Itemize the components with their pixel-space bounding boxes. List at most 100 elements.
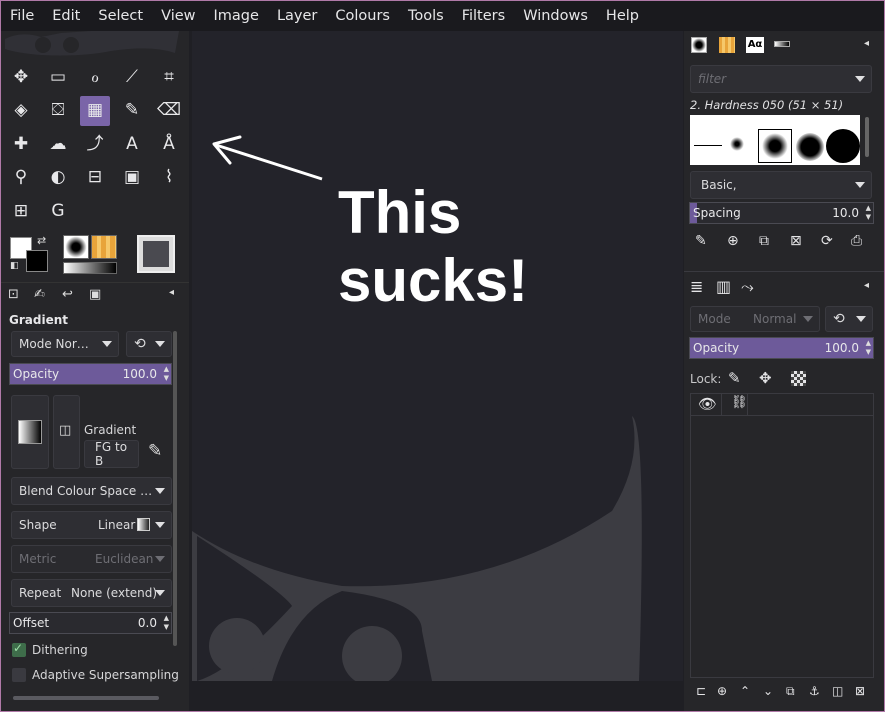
layers-panel-menu-icon[interactable]: ◂ [864,280,869,291]
menu-tools[interactable]: Tools [408,8,444,24]
brushes-panel-menu-icon[interactable]: ◂ [864,38,869,49]
fonts-tab-icon[interactable]: Aα [746,37,764,53]
levels-icon[interactable]: ⊟ [80,163,110,193]
offset-spinner-icon[interactable]: ▲ ▼ [164,614,169,632]
dithering-checkbox[interactable]: ✓ [12,641,26,657]
anchor-layer-icon[interactable]: ⚓ [809,684,820,698]
mode-reset-dropdown[interactable]: ⟲ [126,331,172,357]
brush-preset-dropdown[interactable]: Basic, [690,171,872,199]
bucket-fill-icon[interactable]: ⛋ [43,96,73,126]
fuzzy-select-icon[interactable]: ⟋ [117,62,147,92]
gegl-icon[interactable]: G [43,196,73,226]
background-color[interactable] [26,250,48,272]
lock-position-icon[interactable]: ✥ [759,369,772,387]
menu-view[interactable]: View [161,8,195,24]
transform-icon[interactable]: ◈ [6,96,36,126]
lasso-icon[interactable]: ℴ [80,62,110,92]
new-layer-group-icon[interactable]: ⊏ [696,684,706,698]
images-tab-icon[interactable]: ▣ [89,287,101,302]
layer-mode-reset-dropdown[interactable]: ⟲ [825,306,873,332]
move-tool-icon[interactable]: ✥ [6,62,36,92]
offset-icon[interactable]: ⊞ [6,196,36,226]
paintbrush-icon[interactable]: ✎ [117,96,147,126]
duplicate-brush-icon[interactable]: ⧉ [759,233,769,249]
delete-layer-icon[interactable]: ⊠ [855,684,865,698]
paths-tab-icon[interactable]: ⤳ [741,277,754,297]
horizontal-scrollbar[interactable] [13,696,159,700]
layers-list[interactable]: 👁 ⛓ [690,393,874,678]
menu-edit[interactable]: Edit [52,8,80,24]
tool-options-scrollbar[interactable] [173,331,177,646]
new-layer-icon[interactable]: ⊕ [717,684,727,698]
menu-select[interactable]: Select [98,8,143,24]
panel-menu-icon[interactable]: ◂ [169,287,174,298]
rect-select-icon[interactable]: ▭ [43,62,73,92]
blend-colour-space-dropdown[interactable]: Blend Colour Space … [11,477,172,505]
visibility-header-icon[interactable]: 👁 [698,395,717,413]
paths-icon[interactable]: ⤴ [80,129,110,159]
brush-preview[interactable] [63,235,89,259]
mode-dropdown[interactable]: Mode Nor… [11,331,119,357]
menu-image[interactable]: Image [214,8,259,24]
zoom-icon[interactable]: ⚲ [6,163,36,193]
spacing-spinner-icon[interactable]: ▲ ▼ [866,204,871,222]
canvas-area[interactable]: This sucks! [192,31,683,681]
mask-layer-icon[interactable]: ◫ [832,684,843,698]
layers-tab-icon[interactable]: ≣ [690,277,703,296]
opacity-spinner-icon[interactable]: ▲ ▼ [164,365,169,383]
dodge-burn-icon[interactable]: ◐ [43,163,73,193]
delete-brush-icon[interactable]: ⊠ [790,233,802,249]
gradients-tab-icon[interactable] [774,41,790,47]
brushes-tab-icon[interactable] [691,37,707,53]
curves-icon[interactable]: ▣ [117,163,147,193]
refresh-brushes-icon[interactable]: ⟳ [821,233,833,249]
channels-tab-icon[interactable]: ▥ [716,277,731,296]
shape-dropdown[interactable]: Shape Linear [11,511,172,539]
offset-slider[interactable]: Offset 0.0 ▲ ▼ [9,612,172,634]
undo-history-tab-icon[interactable]: ↩ [62,287,73,302]
menu-windows[interactable]: Windows [523,8,588,24]
warp-icon[interactable]: ⌇ [154,163,184,193]
device-status-tab-icon[interactable]: ✍ [34,287,45,302]
text-tool-icon[interactable]: A [117,129,147,159]
lock-alpha-icon[interactable] [791,371,806,386]
eraser-icon[interactable]: ⌫ [154,96,184,126]
edit-brush-icon[interactable]: ✎ [695,233,707,249]
gradient-tool-icon[interactable]: ▦ [80,95,110,126]
lower-layer-icon[interactable]: ⌄ [763,684,773,698]
adaptive-supersampling-checkbox[interactable] [12,668,26,682]
brush-filter-dropdown[interactable]: filter [690,65,872,93]
duplicate-layer-icon[interactable]: ⧉ [786,684,795,699]
menu-help[interactable]: Help [606,8,639,24]
gradient-name-field[interactable]: FG to B [84,440,139,468]
menu-filters[interactable]: Filters [462,8,505,24]
default-colors-icon[interactable]: ◧ [10,261,19,271]
swap-colors-icon[interactable]: ⇄ [37,234,46,247]
menu-colours[interactable]: Colours [335,8,390,24]
opacity-slider[interactable]: Opacity 100.0 ▲ ▼ [9,363,172,385]
smudge-icon[interactable]: ☁ [43,129,73,159]
brush-scrollbar[interactable] [865,117,869,157]
menu-layer[interactable]: Layer [277,8,317,24]
new-brush-icon[interactable]: ⊕ [727,233,739,249]
patterns-tab-icon[interactable] [719,37,735,53]
spacing-slider[interactable]: Spacing 10.0 ▲ ▼ [689,202,874,224]
brush-grid[interactable] [690,115,860,165]
menu-file[interactable]: File [10,8,34,24]
lock-pixels-icon[interactable]: ✎ [728,369,741,387]
layer-opacity-spinner-icon[interactable]: ▲ ▼ [866,339,871,357]
raise-layer-icon[interactable]: ⌃ [740,684,750,698]
chain-header-icon[interactable]: ⛓ [731,395,748,410]
crop-icon[interactable]: ⌗ [154,62,184,92]
gradient-preview[interactable] [63,262,117,274]
tool-options-tab-icon[interactable]: ⊡ [8,287,19,302]
measure-icon[interactable]: Å [154,129,184,159]
pattern-preview[interactable] [91,235,117,259]
reverse-gradient-button[interactable]: ◫ [53,395,80,469]
image-preview[interactable] [137,235,175,273]
repeat-dropdown[interactable]: Repeat None (extend) [11,579,172,607]
heal-icon[interactable]: ✚ [6,129,36,159]
gradient-swatch-button[interactable] [11,395,49,469]
layer-opacity-slider[interactable]: Opacity 100.0 ▲ ▼ [689,337,874,359]
open-brush-icon[interactable]: ⎙ [851,233,862,249]
